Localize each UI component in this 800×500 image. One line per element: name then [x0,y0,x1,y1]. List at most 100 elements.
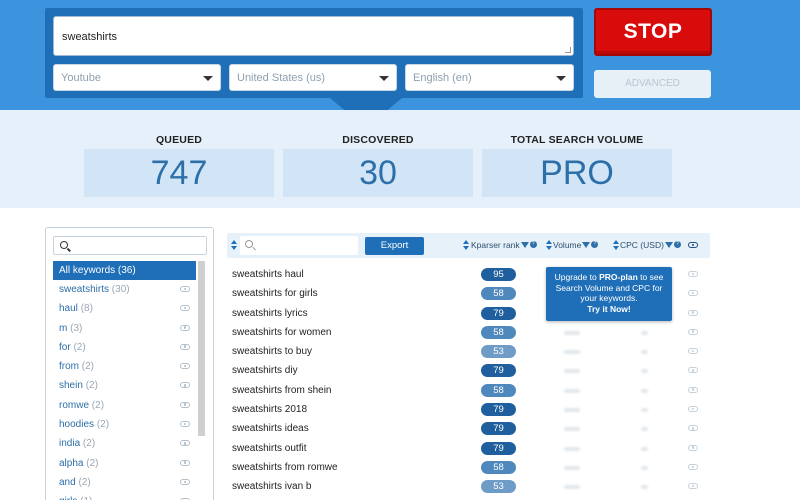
chevron-down-icon [556,76,566,81]
sidebar-item-label: haul [59,303,78,315]
keyword-input[interactable]: sweatshirts [53,16,574,56]
eye-icon[interactable] [180,363,190,370]
eye-icon[interactable] [180,401,190,408]
sidebar-item[interactable]: for (2) [53,338,196,357]
keyword-input-value: sweatshirts [62,31,118,43]
rank-badge: 79 [481,441,516,455]
export-button[interactable]: Export [365,237,424,255]
eye-icon[interactable] [688,386,698,393]
search-panel: sweatshirts Youtube United States (us) E… [45,8,583,98]
sidebar-item-label: hoodies [59,419,95,431]
resize-handle-icon[interactable] [565,47,571,53]
table-row[interactable]: sweatshirts ideas 79 [227,419,710,438]
eye-icon[interactable] [688,406,698,413]
eye-icon[interactable] [688,242,698,248]
table-row[interactable]: sweatshirts from shein 58 [227,381,710,400]
eye-icon[interactable] [180,478,190,485]
table-search-input[interactable] [240,236,358,255]
eye-icon[interactable] [180,343,190,350]
eye-icon[interactable] [180,421,190,428]
table-row[interactable]: sweatshirts ivan b 53 [227,477,710,496]
sidebar-item[interactable]: m (3) [53,319,196,338]
sort-icon[interactable] [463,240,469,251]
rank-badge: 79 [481,422,516,436]
sidebar-item[interactable]: india (2) [53,434,196,453]
keyword-cell: sweatshirts from shein [232,384,332,396]
promo-cta-link[interactable]: Try it Now! [546,304,672,315]
sidebar-item[interactable]: sweatshirts (30) [53,280,196,299]
table-header: Export Kparser rank? Volume? CPC (USD)? [227,233,710,258]
sidebar-scrollbar[interactable] [198,261,205,436]
table-row[interactable]: sweatshirts for women 58 [227,323,710,342]
eye-icon[interactable] [688,463,698,470]
eye-icon[interactable] [688,444,698,451]
sidebar-item[interactable]: shein (2) [53,376,196,395]
discovered-value: 30 [283,149,473,197]
column-header-rank[interactable]: Kparser rank? [471,240,537,250]
help-icon[interactable]: ? [673,241,681,248]
help-icon[interactable]: ? [529,241,537,248]
eye-icon[interactable] [180,459,190,466]
cpc-cell-hidden [641,446,648,451]
upgrade-promo[interactable]: Upgrade to PRO-plan to see Search Volume… [546,267,672,321]
table-row[interactable]: sweatshirts outfit 79 [227,439,710,458]
sidebar-item[interactable]: hoodies (2) [53,415,196,434]
language-select[interactable]: English (en) [405,64,574,91]
sidebar-item-label: shein [59,380,83,392]
rank-badge: 58 [481,460,516,474]
eye-icon[interactable] [180,382,190,389]
sidebar-item-label: romwe [59,399,90,411]
table-row[interactable]: sweatshirts 2018 79 [227,400,710,419]
total-volume-value: PRO [482,149,672,197]
eye-icon[interactable] [180,286,190,292]
eye-icon[interactable] [688,425,698,432]
cpc-cell-hidden [641,485,648,490]
country-select[interactable]: United States (us) [229,64,397,91]
sort-icon[interactable] [231,240,237,251]
sidebar-item[interactable]: romwe (2) [53,396,196,415]
filter-icon[interactable] [520,242,529,248]
column-header-cpc[interactable]: CPC (USD)? [620,240,681,250]
stop-button[interactable]: STOP [594,8,712,56]
advanced-button[interactable]: ADVANCED [594,70,711,98]
sidebar-item-label: girls [59,496,77,500]
filter-icon[interactable] [582,242,591,248]
sidebar-item[interactable]: from (2) [53,357,196,376]
table-row[interactable]: sweatshirts from romwe 58 [227,458,710,477]
sidebar-item[interactable]: girls (1) [53,492,196,500]
eye-icon[interactable] [688,328,698,335]
volume-cell-hidden [564,388,580,393]
sort-icon[interactable] [546,240,552,251]
eye-icon[interactable] [180,324,190,331]
keyword-filter-sidebar: All keywords (36) sweatshirts (30) haul (… [45,227,214,500]
help-icon[interactable]: ? [591,241,599,248]
eye-icon[interactable] [688,290,698,297]
eye-icon[interactable] [688,348,698,355]
sidebar-item[interactable]: haul (8) [53,299,196,318]
eye-icon[interactable] [180,305,190,312]
source-select[interactable]: Youtube [53,64,221,91]
eye-icon[interactable] [688,367,698,374]
eye-icon[interactable] [688,309,698,316]
sidebar-item[interactable]: alpha (2) [53,454,196,473]
filter-search-input[interactable] [53,236,207,255]
rank-badge: 79 [481,403,516,417]
promo-line-1: Upgrade to PRO-plan to see [546,272,672,283]
filter-icon[interactable] [664,242,673,248]
table-row[interactable]: sweatshirts to buy 53 [227,342,710,361]
sort-icon[interactable] [613,240,619,251]
volume-cell-hidden [564,427,580,432]
eye-icon[interactable] [688,271,698,277]
sidebar-item-all-keywords[interactable]: All keywords (36) [53,261,196,280]
table-row[interactable]: sweatshirts diy 79 [227,361,710,380]
search-icon [245,240,253,248]
keyword-cell: sweatshirts from romwe [232,461,338,473]
keyword-cell: sweatshirts ivan b [232,481,312,493]
promo-cta-text: Try it Now! [587,303,631,314]
eye-icon[interactable] [688,483,698,490]
eye-icon[interactable] [180,440,190,447]
column-header-volume[interactable]: Volume? [553,240,599,250]
keyword-cell: sweatshirts outfit [232,442,307,454]
sidebar-item[interactable]: and (2) [53,473,196,492]
sidebar-list: sweatshirts (30) haul (8) m (3) for (2) from… [53,280,196,500]
